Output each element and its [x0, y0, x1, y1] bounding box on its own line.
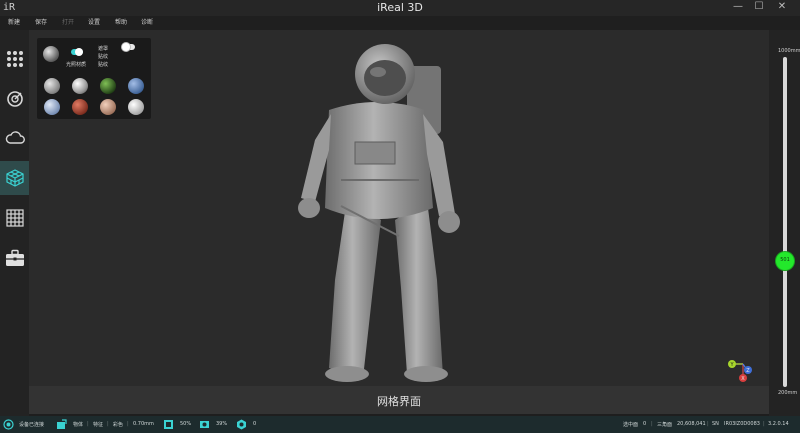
device-status-label: 设备已连接 [19, 422, 45, 428]
toolbox-icon [5, 249, 24, 266]
triangle-faces-value: 20,608,041 [677, 421, 706, 427]
serial-number-label: SN [712, 421, 719, 427]
material-swatch-silver[interactable] [44, 78, 60, 94]
tool-toolbox[interactable] [0, 241, 29, 275]
scan-color-label[interactable]: 彩色 [113, 421, 123, 428]
left-toolbar [0, 30, 29, 416]
menu-diagnose[interactable]: 诊断 [141, 17, 153, 26]
selected-faces-label: 选中面 [623, 422, 639, 428]
cloud-icon [5, 131, 25, 144]
material-panel: 光照材质 遮罩 贴纹 贴纹 [37, 38, 151, 119]
scan-feature-label[interactable]: 特征 [93, 421, 103, 428]
slider-value-label: 501 [780, 257, 790, 263]
lighting-toggle[interactable] [71, 48, 83, 56]
selected-faces-value: 0 [643, 421, 647, 427]
menu-help[interactable]: 帮助 [115, 17, 127, 26]
distance-slider-knob[interactable]: 501 [776, 252, 794, 270]
axis-gizmo: Y Z X [728, 360, 752, 382]
mode-label: 网格界面 [377, 395, 421, 408]
status-bar: 设备已连接 物体 | 特征 | 彩色 | 0.70mm 50% 39% 0 选中… [0, 416, 800, 433]
close-button[interactable]: ✕ [775, 1, 789, 12]
menu-open[interactable]: 打开 [62, 17, 74, 26]
software-version: 3.2.0.14 [768, 421, 789, 427]
maximize-button[interactable]: ☐ [752, 1, 766, 12]
menu-settings[interactable]: 设置 [88, 17, 100, 26]
axis-x-label: X [741, 376, 745, 382]
tool-scan[interactable] [0, 82, 29, 116]
mesh-cube-icon [5, 169, 24, 187]
resolution-value: 0.70mm [133, 421, 154, 427]
scan-object-label[interactable]: 物体 [73, 421, 83, 428]
option-label-2: 贴纹 [98, 54, 109, 60]
material-swatch-pearl[interactable] [128, 99, 144, 115]
minimize-button[interactable]: — [731, 1, 745, 12]
option-label-3: 贴纹 [98, 62, 109, 68]
cpu-icon [164, 420, 173, 429]
tool-grid-dots[interactable] [0, 42, 29, 76]
material-swatch-blue-metal[interactable] [128, 78, 144, 94]
texture-toggle[interactable] [122, 43, 135, 51]
material-swatch-red-clay[interactable] [72, 99, 88, 115]
triangle-faces-label: 三角面 [657, 422, 673, 428]
material-swatch-chrome[interactable] [72, 78, 88, 94]
tool-mesh[interactable] [0, 161, 29, 195]
tile-grid-icon [5, 209, 24, 227]
grid-dots-icon [6, 51, 23, 67]
device-status-icon [3, 419, 14, 430]
serial-number-value: IR03IZ0D0083 [724, 421, 760, 427]
menu-bar: 新建 保存 打开 设置 帮助 诊断 [0, 16, 800, 30]
object-mode-icon [57, 419, 67, 429]
menu-new[interactable]: 新建 [8, 17, 20, 26]
axis-z-label: Z [746, 368, 750, 374]
memory-icon [200, 421, 209, 428]
current-material-preview[interactable] [43, 46, 59, 62]
points-count: 0 [253, 421, 257, 427]
material-swatch-light-blue[interactable] [44, 99, 60, 115]
menu-save[interactable]: 保存 [35, 17, 47, 26]
option-label-1: 遮罩 [98, 46, 109, 52]
tool-cloud[interactable] [0, 121, 29, 155]
scan-icon [6, 91, 23, 107]
memory-usage: 39% [216, 421, 228, 427]
material-swatch-skin[interactable] [100, 99, 116, 115]
slider-max-label: 1000mm [778, 48, 800, 54]
title-bar: iR iReal 3D — ☐ ✕ [0, 0, 800, 16]
points-icon [237, 419, 246, 430]
tool-tile-grid[interactable] [0, 201, 29, 235]
cpu-usage: 50% [180, 421, 192, 427]
lighting-label: 光照材质 [66, 62, 87, 68]
mode-label-bar: 网格界面 [29, 386, 769, 414]
distance-slider-track[interactable] [783, 57, 787, 387]
window-title: iReal 3D [377, 1, 423, 14]
slider-min-label: 200mm [778, 390, 798, 396]
material-swatch-green-glass[interactable] [100, 78, 116, 94]
